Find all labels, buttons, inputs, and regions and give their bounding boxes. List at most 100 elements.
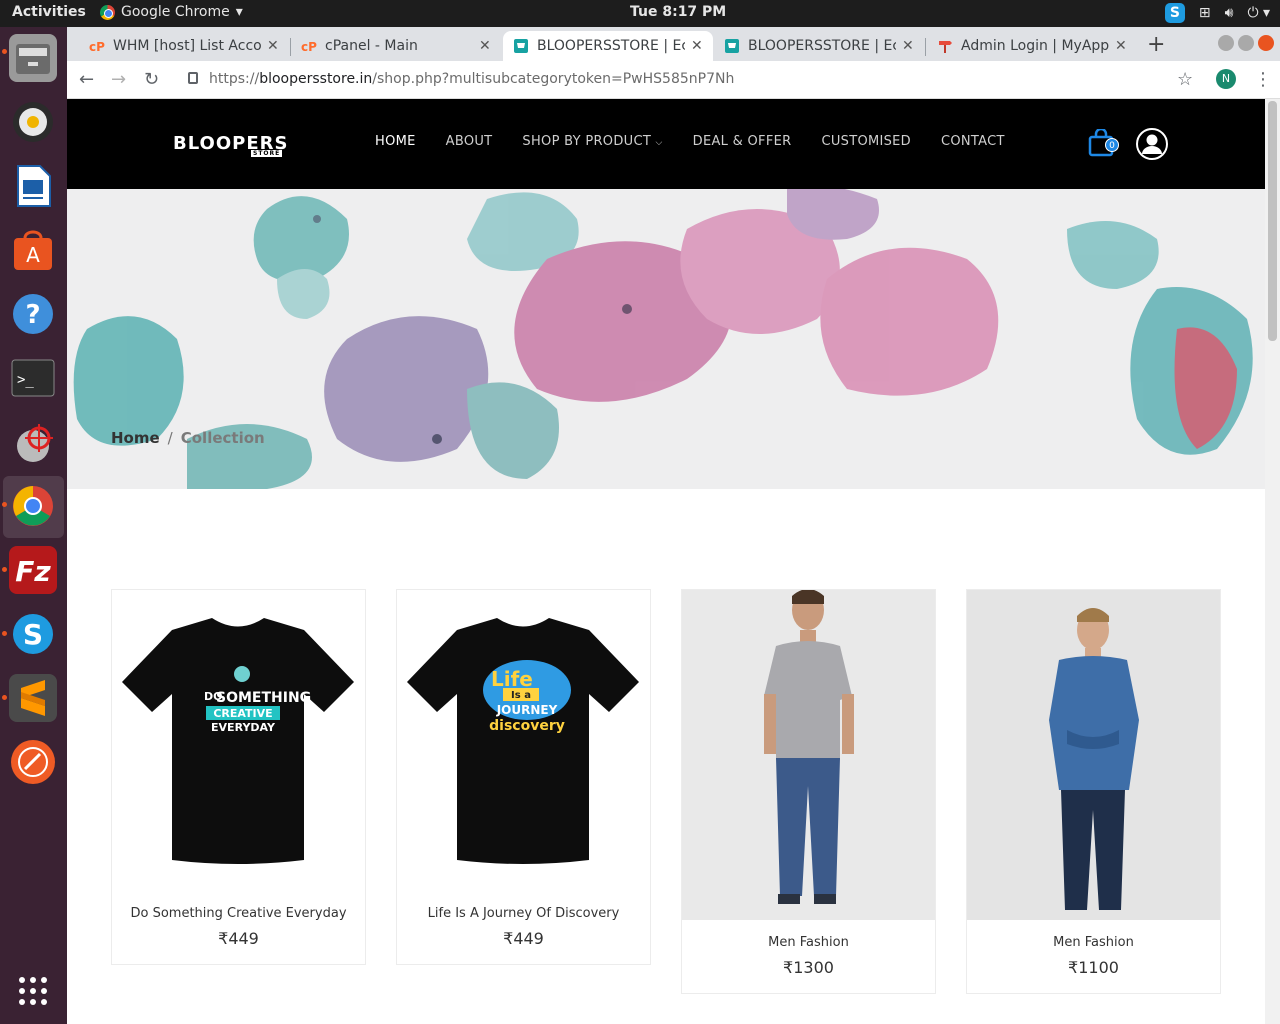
tab-separator <box>925 38 926 56</box>
launcher-dock: A ? >_ Fz S <box>0 27 67 1024</box>
tab-bloopers[interactable]: BLOOPERSSTORE | Ec ✕ <box>714 31 924 61</box>
running-indicator <box>2 567 7 572</box>
software-center-icon[interactable]: A <box>9 226 57 274</box>
maximize-button[interactable] <box>1238 35 1254 51</box>
profile-avatar[interactable]: N <box>1216 69 1236 89</box>
menu-about[interactable]: ABOUT <box>446 134 493 149</box>
sublime-text-icon[interactable] <box>9 674 57 722</box>
product-price: ₹1300 <box>783 958 834 977</box>
product-card[interactable]: DO SOMETHING CREATIVE EVERYDAY Do Someth… <box>111 589 366 965</box>
product-image[interactable] <box>967 590 1220 920</box>
cart-icon <box>725 39 739 53</box>
print-text: discovery <box>489 718 565 734</box>
tab-title: BLOOPERSSTORE | Ec <box>537 38 685 54</box>
tab-admin-login[interactable]: Admin Login | MyApp ✕ <box>927 31 1137 61</box>
lock-icon[interactable] <box>188 72 198 84</box>
reload-icon[interactable]: ↻ <box>144 69 159 90</box>
tab-strip: cP WHM [host] List Acco ✕ cP cPanel - Ma… <box>67 27 1280 61</box>
show-applications-icon[interactable] <box>9 967 57 1015</box>
more-menu-icon[interactable]: ⋮ <box>1254 69 1272 90</box>
product-image[interactable] <box>682 589 935 920</box>
scrollbar-thumb[interactable] <box>1268 101 1277 341</box>
page-scrollbar[interactable] <box>1265 99 1280 1024</box>
site-header: BLOOPERS STORE HOME ABOUT SHOP BY PRODUC… <box>67 99 1265 189</box>
libreoffice-impress-icon[interactable] <box>9 162 57 210</box>
product-name[interactable]: Men Fashion <box>682 935 935 950</box>
volume-icon[interactable]: 🔊︎ <box>1225 5 1234 21</box>
svg-text:Fz: Fz <box>15 555 51 588</box>
close-window-button[interactable] <box>1258 35 1274 51</box>
system-tray[interactable]: S ⊞ 🔊︎ ⏻ ▾ <box>1164 3 1270 23</box>
postman-icon[interactable] <box>9 738 57 786</box>
menu-customised[interactable]: CUSTOMISED <box>821 134 911 149</box>
running-indicator <box>2 502 7 507</box>
running-indicator <box>2 695 7 700</box>
forward-icon[interactable]: → <box>111 69 126 90</box>
svg-text:S: S <box>23 618 43 651</box>
address-bar[interactable]: https://bloopersstore.in/shop.php?multis… <box>209 71 734 87</box>
product-image[interactable]: DO SOMETHING CREATIVE EVERYDAY <box>112 590 365 880</box>
cart-count-badge: 0 <box>1105 138 1119 152</box>
menu-shop-by-product[interactable]: SHOP BY PRODUCT ⌵ <box>522 134 662 149</box>
print-text: Is a <box>511 690 531 701</box>
activities-button[interactable]: Activities <box>12 4 86 20</box>
cart-icon <box>514 39 528 53</box>
tab-title: cPanel - Main <box>325 38 418 54</box>
bookmark-star-icon[interactable]: ☆ <box>1177 69 1193 90</box>
close-icon[interactable]: ✕ <box>267 38 279 54</box>
product-name[interactable]: Men Fashion <box>967 935 1220 950</box>
print-text: CREATIVE <box>213 707 272 720</box>
help-icon[interactable]: ? <box>9 290 57 338</box>
terminal-icon[interactable]: >_ <box>9 354 57 402</box>
breadcrumb-home[interactable]: Home <box>111 429 160 447</box>
skype-tray-icon[interactable]: S <box>1164 3 1185 23</box>
chrome-dock-icon[interactable] <box>9 482 57 530</box>
app-menu-label: Google Chrome <box>121 4 230 20</box>
user-account-icon[interactable] <box>1136 128 1168 160</box>
menu-deal-offer[interactable]: DEAL & OFFER <box>693 134 792 149</box>
product-image[interactable]: Life Is a JOURNEY discovery <box>397 590 650 880</box>
tab-title: Admin Login | MyApp <box>961 38 1109 54</box>
logo-subtext: STORE <box>251 150 283 157</box>
window-controls <box>1218 35 1274 51</box>
tshirt-image: Life Is a JOURNEY discovery <box>407 618 639 864</box>
new-tab-button[interactable]: + <box>1147 32 1165 57</box>
hero-banner: Home / Collection <box>67 189 1265 489</box>
close-icon[interactable]: ✕ <box>1115 38 1127 54</box>
menu-contact[interactable]: CONTACT <box>941 134 1005 149</box>
model-photo <box>682 589 935 920</box>
menu-shop-label: SHOP BY PRODUCT <box>522 134 652 149</box>
rhythmbox-icon[interactable] <box>9 98 57 146</box>
product-name[interactable]: Life Is A Journey Of Discovery <box>397 906 650 921</box>
product-card[interactable]: Life Is a JOURNEY discovery Life Is A Jo… <box>396 589 651 965</box>
product-card[interactable]: Men Fashion ₹1100 <box>966 589 1221 994</box>
tab-bloopers-active[interactable]: BLOOPERSSTORE | Ec ✕ <box>503 31 713 61</box>
running-indicator <box>2 631 7 636</box>
site-logo[interactable]: BLOOPERS STORE <box>173 133 288 157</box>
back-icon[interactable]: ← <box>79 69 94 90</box>
chevron-down-icon: ⌵ <box>655 138 663 148</box>
tshirt-image: DO SOMETHING CREATIVE EVERYDAY <box>122 618 354 864</box>
product-card[interactable]: Men Fashion ₹1300 <box>681 589 936 994</box>
tab-whm[interactable]: cP WHM [host] List Acco ✕ <box>79 31 289 61</box>
files-icon[interactable] <box>9 34 57 82</box>
close-icon[interactable]: ✕ <box>691 38 703 54</box>
url-path: /shop.php?multisubcategorytoken=PwHS585n… <box>372 71 735 87</box>
filezilla-icon[interactable]: Fz <box>9 546 57 594</box>
power-icon[interactable]: ⏻ ▾ <box>1247 5 1270 21</box>
tab-cpanel[interactable]: cP cPanel - Main ✕ <box>291 31 501 61</box>
minimize-button[interactable] <box>1218 35 1234 51</box>
clock[interactable]: Tue 8:17 PM <box>630 4 726 20</box>
signpost-icon <box>939 41 952 53</box>
close-icon[interactable]: ✕ <box>902 38 914 54</box>
network-icon[interactable]: ⊞ <box>1199 5 1211 21</box>
app-menu[interactable]: Google Chrome ▾ <box>100 4 243 20</box>
skype-dock-icon[interactable]: S <box>9 610 57 658</box>
product-price: ₹1100 <box>1068 958 1119 977</box>
product-name[interactable]: Do Something Creative Everyday <box>112 906 365 921</box>
close-icon[interactable]: ✕ <box>479 38 491 54</box>
breadcrumb: Home / Collection <box>111 429 265 447</box>
screenshot-tool-icon[interactable] <box>9 418 57 466</box>
menu-home[interactable]: HOME <box>375 134 416 149</box>
breadcrumb-separator: / <box>167 429 173 447</box>
